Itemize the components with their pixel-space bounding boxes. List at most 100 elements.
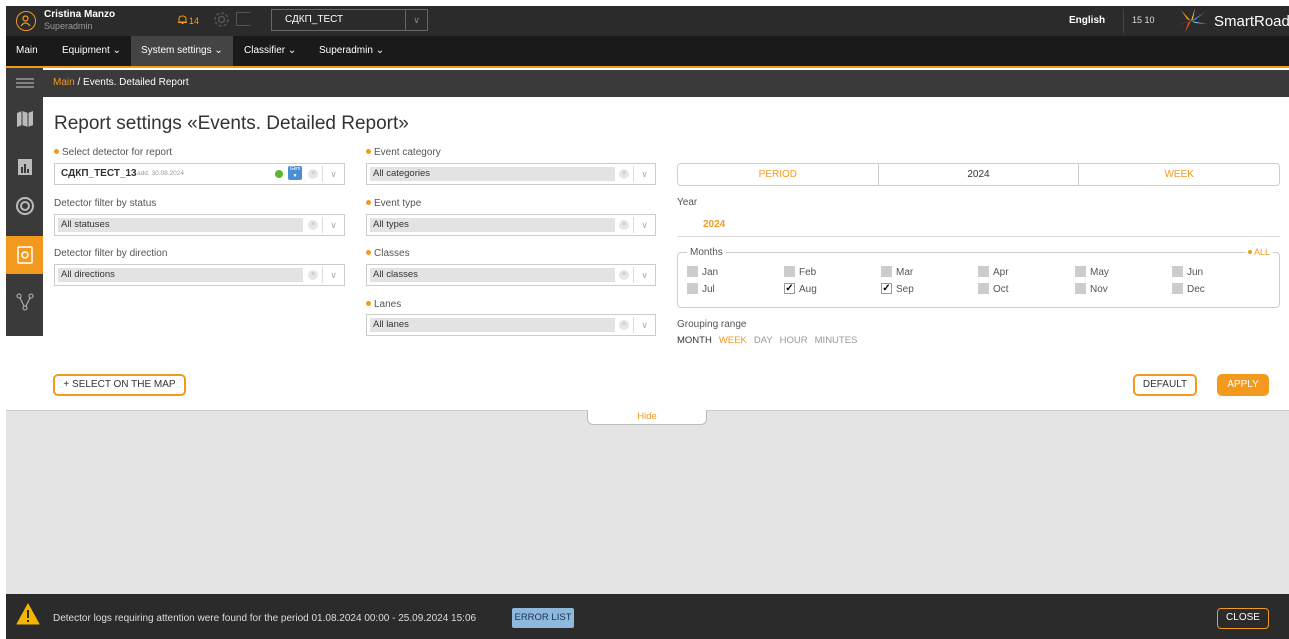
chevron-down-icon: ∨ [405, 10, 427, 30]
direction-filter-label: Detector filter by direction [54, 248, 168, 259]
sidebar [6, 68, 43, 336]
status-filter-value: All statuses [58, 218, 303, 232]
detector-type-badge: Gkm ▼ [288, 166, 302, 180]
top-bar: Cristina Manzo Superadmin 14 СДКП_ТЕСТ ∨… [6, 6, 1289, 36]
tab-year[interactable]: 2024 [879, 164, 1080, 185]
select-all-months[interactable]: ALL [1244, 247, 1273, 257]
chevron-down-icon[interactable]: ∨ [633, 267, 655, 283]
map-icon[interactable] [6, 100, 43, 138]
user-name[interactable]: Cristina Manzo [44, 9, 115, 20]
tab-period[interactable]: PERIOD [678, 164, 879, 185]
default-button[interactable]: DEFAULT [1133, 374, 1197, 396]
logout-icon[interactable] [236, 12, 250, 26]
grouping-day[interactable]: DAY [754, 335, 773, 346]
month-checkbox-jun[interactable]: Jun [1172, 266, 1203, 278]
hide-settings-button[interactable]: Hide [587, 410, 707, 425]
results-panel: Hide [6, 410, 1289, 594]
menu-item-equipment[interactable]: Equipment ⌄ [52, 36, 131, 66]
menu-item-system-settings[interactable]: System settings ⌄ [131, 36, 233, 66]
monitoring-icon[interactable] [6, 187, 43, 225]
month-checkbox-feb[interactable]: Feb [784, 266, 816, 278]
month-checkbox-oct[interactable]: Oct [978, 283, 1009, 295]
gear-icon[interactable] [213, 11, 230, 33]
period-tabs: PERIOD 2024 WEEK [677, 163, 1280, 186]
event-category-select[interactable]: All categories × ∨ [366, 163, 656, 185]
menu-item-classifier[interactable]: Classifier ⌄ [234, 36, 306, 66]
month-checkbox-apr[interactable]: Apr [978, 266, 1009, 278]
grouping-week[interactable]: WEEK [719, 335, 747, 346]
clear-icon[interactable]: × [619, 320, 629, 330]
lanes-select[interactable]: All lanes × ∨ [366, 314, 656, 336]
divider [1123, 9, 1124, 33]
language-switch[interactable]: English [1069, 15, 1105, 26]
month-checkbox-jul[interactable]: Jul [687, 283, 715, 295]
event-type-label: Event type [366, 198, 421, 209]
breadcrumb-separator: / [74, 77, 84, 88]
month-checkbox-aug[interactable]: ✓ Aug [784, 283, 817, 295]
grouping-month[interactable]: MONTH [677, 335, 712, 346]
detector-select[interactable]: СДКП_ТЕСТ_13 add. 30.08.2024 Gkm ▼ × ∨ [54, 163, 345, 185]
warning-icon [16, 603, 40, 628]
organization-select[interactable]: СДКП_ТЕСТ ∨ [271, 9, 428, 31]
classes-select[interactable]: All classes × ∨ [366, 264, 656, 286]
brand-name: SmartRoad [1214, 13, 1289, 30]
months-legend: Months [687, 247, 726, 258]
clear-icon[interactable]: × [619, 169, 629, 179]
checkbox-icon [881, 266, 892, 277]
main-menu: Main Equipment ⌄ System settings ⌄ Class… [6, 36, 1289, 68]
required-dot [366, 300, 371, 306]
year-input[interactable]: 2024 [703, 219, 725, 230]
direction-filter-select[interactable]: All directions × ∨ [54, 264, 345, 286]
close-alert-button[interactable]: CLOSE [1217, 608, 1269, 629]
clear-icon[interactable]: × [619, 220, 629, 230]
reports-icon[interactable] [6, 148, 43, 186]
required-dot [366, 199, 371, 205]
month-checkbox-may[interactable]: May [1075, 266, 1109, 278]
status-filter-select[interactable]: All statuses × ∨ [54, 214, 345, 236]
event-type-value: All types [370, 218, 615, 232]
checkmark-icon: ✓ [784, 283, 795, 294]
notifications-count[interactable]: 14 [189, 16, 199, 26]
chevron-down-icon[interactable]: ∨ [322, 166, 344, 182]
chevron-down-icon[interactable]: ∨ [633, 217, 655, 233]
apply-button[interactable]: APPLY [1217, 374, 1269, 396]
month-checkbox-nov[interactable]: Nov [1075, 283, 1108, 295]
tab-week[interactable]: WEEK [1079, 164, 1279, 185]
error-list-button[interactable]: ERROR LIST [512, 608, 574, 628]
checkbox-icon [1075, 266, 1086, 277]
user-avatar-icon[interactable] [16, 11, 36, 31]
chevron-down-icon[interactable]: ∨ [322, 267, 344, 283]
month-checkbox-mar[interactable]: Mar [881, 266, 913, 278]
clear-icon[interactable]: × [308, 270, 318, 280]
event-type-select[interactable]: All types × ∨ [366, 214, 656, 236]
event-category-label: Event category [366, 147, 441, 158]
clear-icon[interactable]: × [308, 169, 318, 179]
year-label: Year [677, 197, 698, 208]
bell-icon[interactable] [177, 14, 188, 28]
checkbox-icon [1172, 266, 1183, 277]
month-checkbox-dec[interactable]: Dec [1172, 283, 1205, 295]
menu-item-superadmin[interactable]: Superadmin ⌄ [309, 36, 394, 66]
lanes-value: All lanes [370, 318, 615, 332]
classes-label: Classes [366, 248, 410, 259]
events-icon[interactable] [6, 236, 43, 274]
checkbox-icon [978, 266, 989, 277]
grouping-minutes[interactable]: MINUTES [815, 335, 858, 346]
clock: 15 10 [1132, 15, 1155, 25]
month-checkbox-jan[interactable]: Jan [687, 266, 718, 278]
clear-icon[interactable]: × [619, 270, 629, 280]
month-checkbox-sep[interactable]: ✓ Sep [881, 283, 914, 295]
grouping-hour[interactable]: HOUR [780, 335, 808, 346]
grouping-label: Grouping range [677, 319, 747, 330]
checkbox-icon [687, 283, 698, 294]
chevron-down-icon[interactable]: ∨ [322, 217, 344, 233]
clear-icon[interactable]: × [308, 220, 318, 230]
chevron-down-icon[interactable]: ∨ [633, 317, 655, 333]
menu-item-main[interactable]: Main [6, 36, 48, 66]
chevron-down-icon[interactable]: ∨ [633, 166, 655, 182]
network-icon[interactable] [6, 283, 43, 321]
grouping-options: MONTH WEEK DAY HOUR MINUTES [677, 335, 864, 346]
hamburger-menu-icon[interactable] [6, 68, 43, 97]
select-on-map-button[interactable]: + SELECT ON THE MAP [53, 374, 186, 396]
breadcrumb-link-main[interactable]: Main [53, 77, 75, 88]
